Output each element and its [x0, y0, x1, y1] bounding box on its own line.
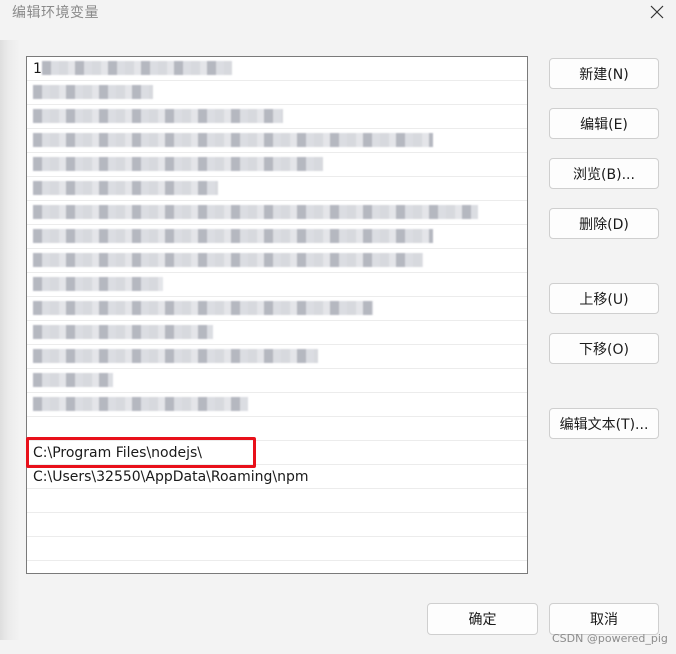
path-list-item[interactable]: 1 [27, 57, 527, 81]
redacted-path-blur [33, 349, 318, 363]
window-title: 编辑环境变量 [12, 5, 99, 21]
path-list-item[interactable] [27, 321, 527, 345]
close-button[interactable] [644, 0, 670, 24]
path-list-item[interactable] [27, 513, 527, 537]
watermark: CSDN @powered_pig [552, 632, 668, 645]
path-list-item[interactable] [27, 273, 527, 297]
ok-button[interactable]: 确定 [427, 603, 538, 635]
redacted-path-blur [33, 109, 283, 123]
path-list-item[interactable] [27, 81, 527, 105]
delete-button[interactable]: 删除(D) [549, 208, 659, 239]
browse-button[interactable]: 浏览(B)... [549, 158, 659, 189]
path-list-item[interactable] [27, 249, 527, 273]
close-icon [650, 5, 664, 19]
redacted-path-blur [33, 373, 113, 387]
path-text: C:\Users\32550\AppData\Roaming\npm [33, 469, 309, 485]
path-list-item[interactable]: C:\Program Files\nodejs\ [27, 441, 527, 465]
redacted-path-blur [33, 85, 153, 99]
path-list-item[interactable] [27, 129, 527, 153]
background-window-edge [0, 40, 26, 640]
path-text: 1 [33, 61, 42, 77]
redacted-path-blur [33, 253, 423, 267]
redacted-path-blur [33, 133, 433, 147]
path-list-item[interactable] [27, 345, 527, 369]
move-up-button[interactable]: 上移(U) [549, 283, 659, 314]
redacted-path-blur [33, 325, 213, 339]
path-text: C:\Program Files\nodejs\ [33, 445, 203, 461]
path-list-item[interactable] [27, 153, 527, 177]
redacted-path-blur [33, 277, 163, 291]
cancel-button[interactable]: 取消 [549, 603, 659, 635]
redacted-path-blur [33, 397, 248, 411]
edit-text-button[interactable]: 编辑文本(T)... [549, 408, 659, 439]
path-list-item[interactable] [27, 393, 527, 417]
redacted-path-blur [33, 157, 323, 171]
path-list-item[interactable] [27, 537, 527, 561]
path-list-item[interactable] [27, 201, 527, 225]
path-list-item[interactable] [27, 417, 527, 441]
edit-button[interactable]: 编辑(E) [549, 108, 659, 139]
path-list-item[interactable] [27, 225, 527, 249]
redacted-path-blur [33, 205, 478, 219]
move-down-button[interactable]: 下移(O) [549, 333, 659, 364]
new-button[interactable]: 新建(N) [549, 58, 659, 89]
redacted-path-blur [33, 301, 373, 315]
path-list-item[interactable] [27, 177, 527, 201]
redacted-path-blur [33, 181, 218, 195]
path-list-item[interactable] [27, 297, 527, 321]
path-list-item[interactable]: C:\Users\32550\AppData\Roaming\npm [27, 465, 527, 489]
path-list-item[interactable] [27, 369, 527, 393]
path-list-item[interactable] [27, 105, 527, 129]
redacted-path-blur [41, 61, 232, 75]
path-list-item[interactable] [27, 489, 527, 513]
redacted-path-blur [33, 229, 433, 243]
path-list[interactable]: 1 C:\Program Files\nodejs\ C:\Users\32550\… [26, 56, 528, 574]
